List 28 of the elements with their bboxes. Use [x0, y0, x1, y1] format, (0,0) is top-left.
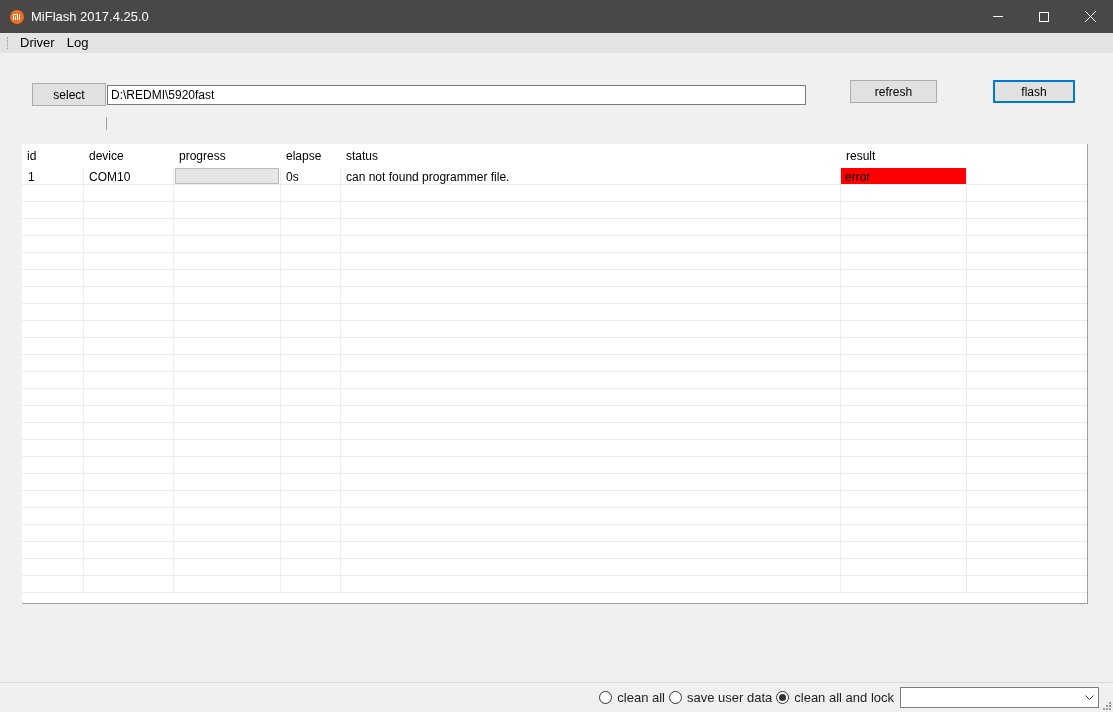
- radio-option[interactable]: clean all: [599, 687, 665, 708]
- table-cell: 0s: [286, 170, 299, 184]
- column-header[interactable]: status: [346, 147, 378, 165]
- refresh-button[interactable]: refresh: [850, 80, 937, 103]
- radio-option[interactable]: save user data: [669, 687, 773, 708]
- select-button[interactable]: select: [32, 83, 106, 106]
- app-logo-icon: [10, 9, 24, 24]
- table-cell: can not found programmer file.: [346, 170, 510, 184]
- column-header[interactable]: progress: [179, 147, 226, 165]
- table-cell: COM10: [89, 170, 131, 184]
- column-header[interactable]: device: [89, 147, 124, 165]
- resize-grip-icon: [1102, 701, 1111, 710]
- close-icon: [1084, 11, 1096, 22]
- maximize-icon: [1039, 11, 1049, 22]
- table-cell: 1: [28, 170, 35, 184]
- minimize-icon: [993, 16, 1003, 17]
- flash-button[interactable]: flash: [993, 80, 1075, 103]
- chevron-down-icon: [1085, 695, 1094, 700]
- path-field[interactable]: D:\REDMI\5920fast: [107, 84, 806, 105]
- menu-item[interactable]: Log: [65, 33, 90, 53]
- radio-option[interactable]: clean all and lock: [776, 687, 894, 708]
- column-header[interactable]: result: [846, 147, 876, 165]
- column-header[interactable]: id: [27, 147, 37, 165]
- dropdown-field[interactable]: [900, 687, 1099, 708]
- menu-item[interactable]: Driver: [19, 33, 56, 53]
- result-cell: error: [841, 168, 966, 184]
- column-header[interactable]: elapse: [286, 147, 322, 165]
- window-title: MiFlash 2017.4.25.0: [31, 7, 149, 26]
